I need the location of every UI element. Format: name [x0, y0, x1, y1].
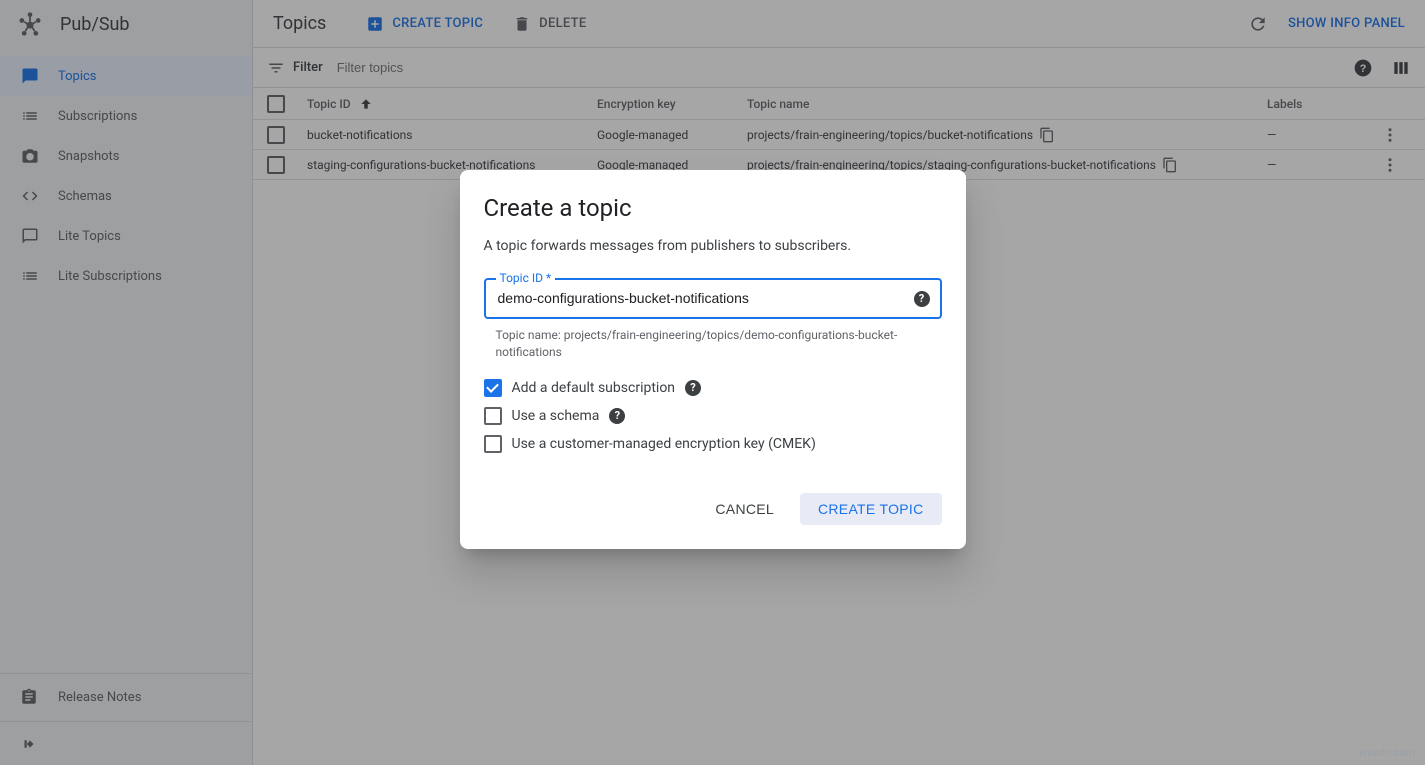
option-label: Add a default subscription: [512, 380, 676, 396]
topic-id-field-wrapper: Topic ID * ?: [484, 278, 942, 319]
option-add-default-subscription[interactable]: Add a default subscription ?: [484, 379, 942, 397]
create-topic-dialog: Create a topic A topic forwards messages…: [460, 170, 966, 549]
option-use-cmek[interactable]: Use a customer-managed encryption key (C…: [484, 435, 942, 453]
checkbox-icon[interactable]: [484, 407, 502, 425]
help-icon[interactable]: ?: [685, 380, 701, 396]
topic-name-helper: Topic name: projects/frain-engineering/t…: [496, 327, 942, 361]
watermark: wsxdn.com: [1359, 746, 1415, 759]
dialog-title: Create a topic: [484, 194, 942, 222]
option-use-schema[interactable]: Use a schema ?: [484, 407, 942, 425]
cancel-button[interactable]: CANCEL: [701, 493, 788, 525]
dialog-description: A topic forwards messages from publisher…: [484, 238, 942, 254]
option-label: Use a customer-managed encryption key (C…: [512, 436, 816, 452]
topic-id-input[interactable]: [498, 290, 900, 306]
option-label: Use a schema: [512, 408, 600, 424]
topic-id-label: Topic ID *: [496, 271, 556, 285]
help-icon[interactable]: ?: [914, 291, 930, 307]
checkbox-icon[interactable]: [484, 379, 502, 397]
dialog-actions: CANCEL CREATE TOPIC: [484, 493, 942, 525]
checkbox-icon[interactable]: [484, 435, 502, 453]
help-icon[interactable]: ?: [609, 408, 625, 424]
create-topic-submit-button[interactable]: CREATE TOPIC: [800, 493, 942, 525]
modal-overlay[interactable]: Create a topic A topic forwards messages…: [0, 0, 1425, 765]
